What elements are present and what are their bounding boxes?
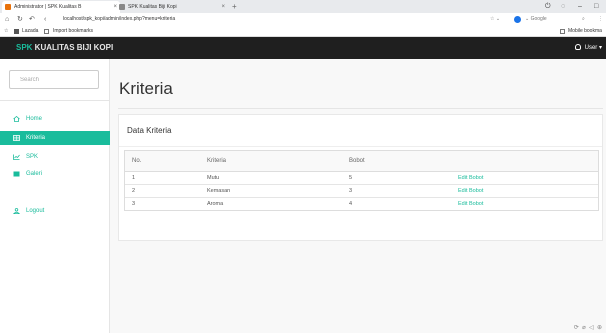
menu-icon[interactable]: ⋮ bbox=[598, 13, 603, 26]
tab-favicon-icon bbox=[119, 4, 125, 10]
star-icon[interactable]: ☆ ⌄ bbox=[490, 13, 500, 26]
bookmark-import[interactable]: Import bookmarks bbox=[53, 26, 93, 37]
bookmarks-bar: ☆ Lazada Import bookmarks Mobile bookma bbox=[0, 26, 606, 37]
bookmark-star-icon[interactable]: ☆ bbox=[4, 26, 8, 37]
restore-icon[interactable]: □ bbox=[594, 0, 598, 13]
user-icon bbox=[13, 208, 20, 214]
table-row: 2 Kemasan 3 Edit Bobot bbox=[125, 184, 598, 197]
brand-name: KUALITAS BIJI KOPI bbox=[32, 43, 114, 52]
back-icon[interactable]: ‹ bbox=[44, 13, 46, 26]
sidebar-item-label: Galeri bbox=[26, 171, 43, 177]
kriteria-name: Mutu bbox=[207, 175, 220, 181]
edit-bobot-link[interactable]: Edit Bobot bbox=[458, 198, 483, 210]
tab-title: Administrator | SPK Kualitas B bbox=[14, 4, 82, 10]
column-header-no: No. bbox=[132, 158, 142, 164]
sidebar-item-label: Logout bbox=[26, 208, 45, 214]
sidebar: Home Kriteria SPK Galeri Logout bbox=[0, 59, 110, 333]
bobot-value: 5 bbox=[349, 175, 353, 181]
search-engine-icon bbox=[514, 16, 521, 23]
row-number: 2 bbox=[132, 188, 136, 194]
history-icon[interactable]: ↶ bbox=[29, 13, 35, 26]
panel-heading: Data Kriteria bbox=[127, 126, 172, 135]
app-header: SPK KUALITAS BIJI KOPI User ▾ bbox=[0, 37, 606, 59]
sidebar-item-label: Home bbox=[26, 116, 43, 122]
bookmark-folder-icon bbox=[14, 29, 19, 34]
minimize-icon[interactable]: – bbox=[578, 0, 582, 13]
table-header-row: No. Kriteria Bobot bbox=[125, 151, 598, 171]
address-bar: ⌂ ↻ ↶ ‹ localhost/spk_kopi/admin/index.p… bbox=[0, 13, 606, 26]
search-engine-label[interactable]: ⌄ Google bbox=[525, 13, 547, 26]
divider bbox=[118, 108, 603, 109]
search-icon[interactable]: ⌕ bbox=[582, 13, 585, 26]
main-content: Kriteria Data Kriteria No. Kriteria Bobo… bbox=[110, 59, 606, 333]
kriteria-name: Aroma bbox=[207, 201, 224, 207]
browser-tab-admin[interactable]: Administrator | SPK Kualitas B × bbox=[2, 1, 120, 13]
mobile-folder-icon bbox=[560, 29, 565, 34]
column-header-bobot: Bobot bbox=[349, 158, 365, 164]
home-nav-icon[interactable]: ⌂ bbox=[5, 13, 9, 26]
row-number: 1 bbox=[132, 175, 136, 181]
browser-tab-spk[interactable]: SPK Kualitas Biji Kopi × bbox=[116, 1, 228, 13]
bobot-value: 4 bbox=[349, 201, 353, 207]
tab-title: SPK Kualitas Biji Kopi bbox=[128, 4, 177, 10]
status-bar-icons: ⟳ ⌀ ◁ ⊕ bbox=[573, 325, 602, 331]
divider bbox=[119, 146, 602, 147]
kriteria-table: No. Kriteria Bobot 1 Mutu 5 Edit Bobot 2… bbox=[124, 150, 599, 211]
reload-icon[interactable]: ↻ bbox=[17, 13, 23, 26]
sidebar-item-home[interactable]: Home bbox=[0, 112, 110, 126]
url-field[interactable]: localhost/spk_kopi/admin/index.php?menu=… bbox=[63, 13, 175, 26]
gallery-icon bbox=[13, 171, 20, 177]
sidebar-item-logout[interactable]: Logout bbox=[0, 204, 110, 218]
brand-accent: SPK bbox=[16, 43, 33, 52]
import-icon bbox=[44, 29, 49, 34]
user-label: User ▾ bbox=[584, 45, 602, 51]
tab-favicon-icon bbox=[5, 4, 11, 10]
sidebar-item-spk[interactable]: SPK bbox=[0, 150, 110, 164]
close-tab-icon[interactable]: × bbox=[221, 1, 225, 13]
mobile-bookmarks[interactable]: Mobile bookma bbox=[568, 26, 602, 37]
column-header-kriteria: Kriteria bbox=[207, 158, 227, 164]
bookmark-lazada[interactable]: Lazada bbox=[22, 26, 38, 37]
sidebar-item-label: Kriteria bbox=[26, 135, 46, 141]
bobot-value: 3 bbox=[349, 188, 353, 194]
sidebar-item-label: SPK bbox=[26, 154, 39, 160]
user-icon bbox=[574, 44, 581, 50]
home-icon bbox=[13, 116, 20, 122]
search-input[interactable] bbox=[9, 70, 99, 89]
table-row: 1 Mutu 5 Edit Bobot bbox=[125, 171, 598, 184]
page-title: Kriteria bbox=[119, 79, 173, 98]
sidebar-item-kriteria[interactable]: Kriteria bbox=[0, 131, 110, 145]
kriteria-panel: Data Kriteria No. Kriteria Bobot 1 Mutu … bbox=[118, 114, 603, 241]
chart-icon bbox=[13, 154, 20, 160]
divider bbox=[0, 100, 110, 101]
kriteria-name: Kemasan bbox=[207, 188, 231, 194]
tab-audio-icon[interactable]: ⏻ bbox=[545, 0, 551, 13]
browser-tab-bar: Administrator | SPK Kualitas B × SPK Kua… bbox=[0, 0, 606, 13]
table-icon bbox=[13, 135, 20, 141]
brand-logo[interactable]: SPK KUALITAS BIJI KOPI bbox=[16, 37, 113, 59]
edit-bobot-link[interactable]: Edit Bobot bbox=[458, 185, 483, 197]
extension-icon[interactable]: ◌ bbox=[561, 0, 565, 13]
user-menu[interactable]: User ▾ bbox=[574, 37, 602, 59]
edit-bobot-link[interactable]: Edit Bobot bbox=[458, 172, 483, 184]
table-row: 3 Aroma 4 Edit Bobot bbox=[125, 197, 598, 210]
row-number: 3 bbox=[132, 201, 136, 207]
new-tab-button[interactable]: + bbox=[232, 1, 237, 12]
sidebar-item-galeri[interactable]: Galeri bbox=[0, 167, 110, 181]
